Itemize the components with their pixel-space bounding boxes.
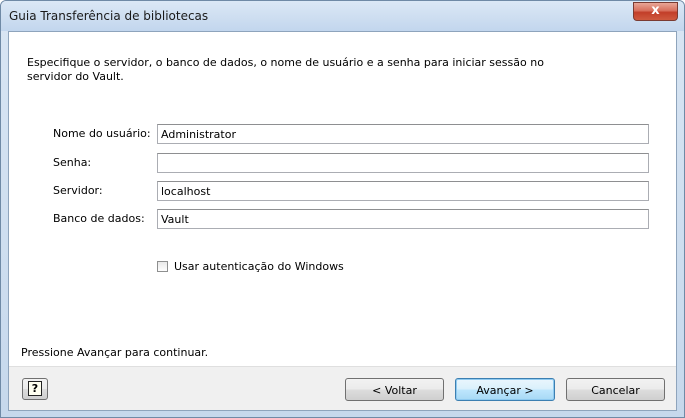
database-label: Banco de dados: xyxy=(53,212,145,225)
continue-hint: Pressione Avançar para continuar. xyxy=(21,346,209,359)
title-bar[interactable]: Guia Transferência de bibliotecas x xyxy=(1,1,684,31)
content-panel: Especifique o servidor, o banco de dados… xyxy=(9,32,676,366)
windows-auth-label[interactable]: Usar autenticação do Windows xyxy=(174,260,344,273)
wizard-window: Guia Transferência de bibliotecas x Espe… xyxy=(0,0,685,418)
close-icon: x xyxy=(651,3,660,18)
dialog-client-area: Especifique o servidor, o banco de dados… xyxy=(8,31,677,411)
next-button[interactable]: Avançar > xyxy=(455,378,555,401)
database-input[interactable] xyxy=(157,209,649,229)
server-label: Servidor: xyxy=(53,184,103,197)
username-input[interactable] xyxy=(157,124,649,144)
username-label: Nome do usuário: xyxy=(53,127,151,140)
password-label: Senha: xyxy=(53,156,92,169)
help-icon: ? xyxy=(28,381,42,396)
server-input[interactable] xyxy=(157,181,649,201)
window-title: Guia Transferência de bibliotecas xyxy=(9,9,209,23)
cancel-button[interactable]: Cancelar xyxy=(566,378,665,401)
close-button[interactable]: x xyxy=(633,2,678,21)
back-button[interactable]: < Voltar xyxy=(345,378,444,401)
password-input[interactable] xyxy=(157,153,649,173)
help-button[interactable]: ? xyxy=(22,378,48,400)
windows-auth-option[interactable]: Usar autenticação do Windows xyxy=(157,259,344,273)
footer-divider xyxy=(9,366,676,367)
intro-text: Especifique o servidor, o banco de dados… xyxy=(27,56,544,83)
windows-auth-checkbox[interactable] xyxy=(157,260,168,272)
